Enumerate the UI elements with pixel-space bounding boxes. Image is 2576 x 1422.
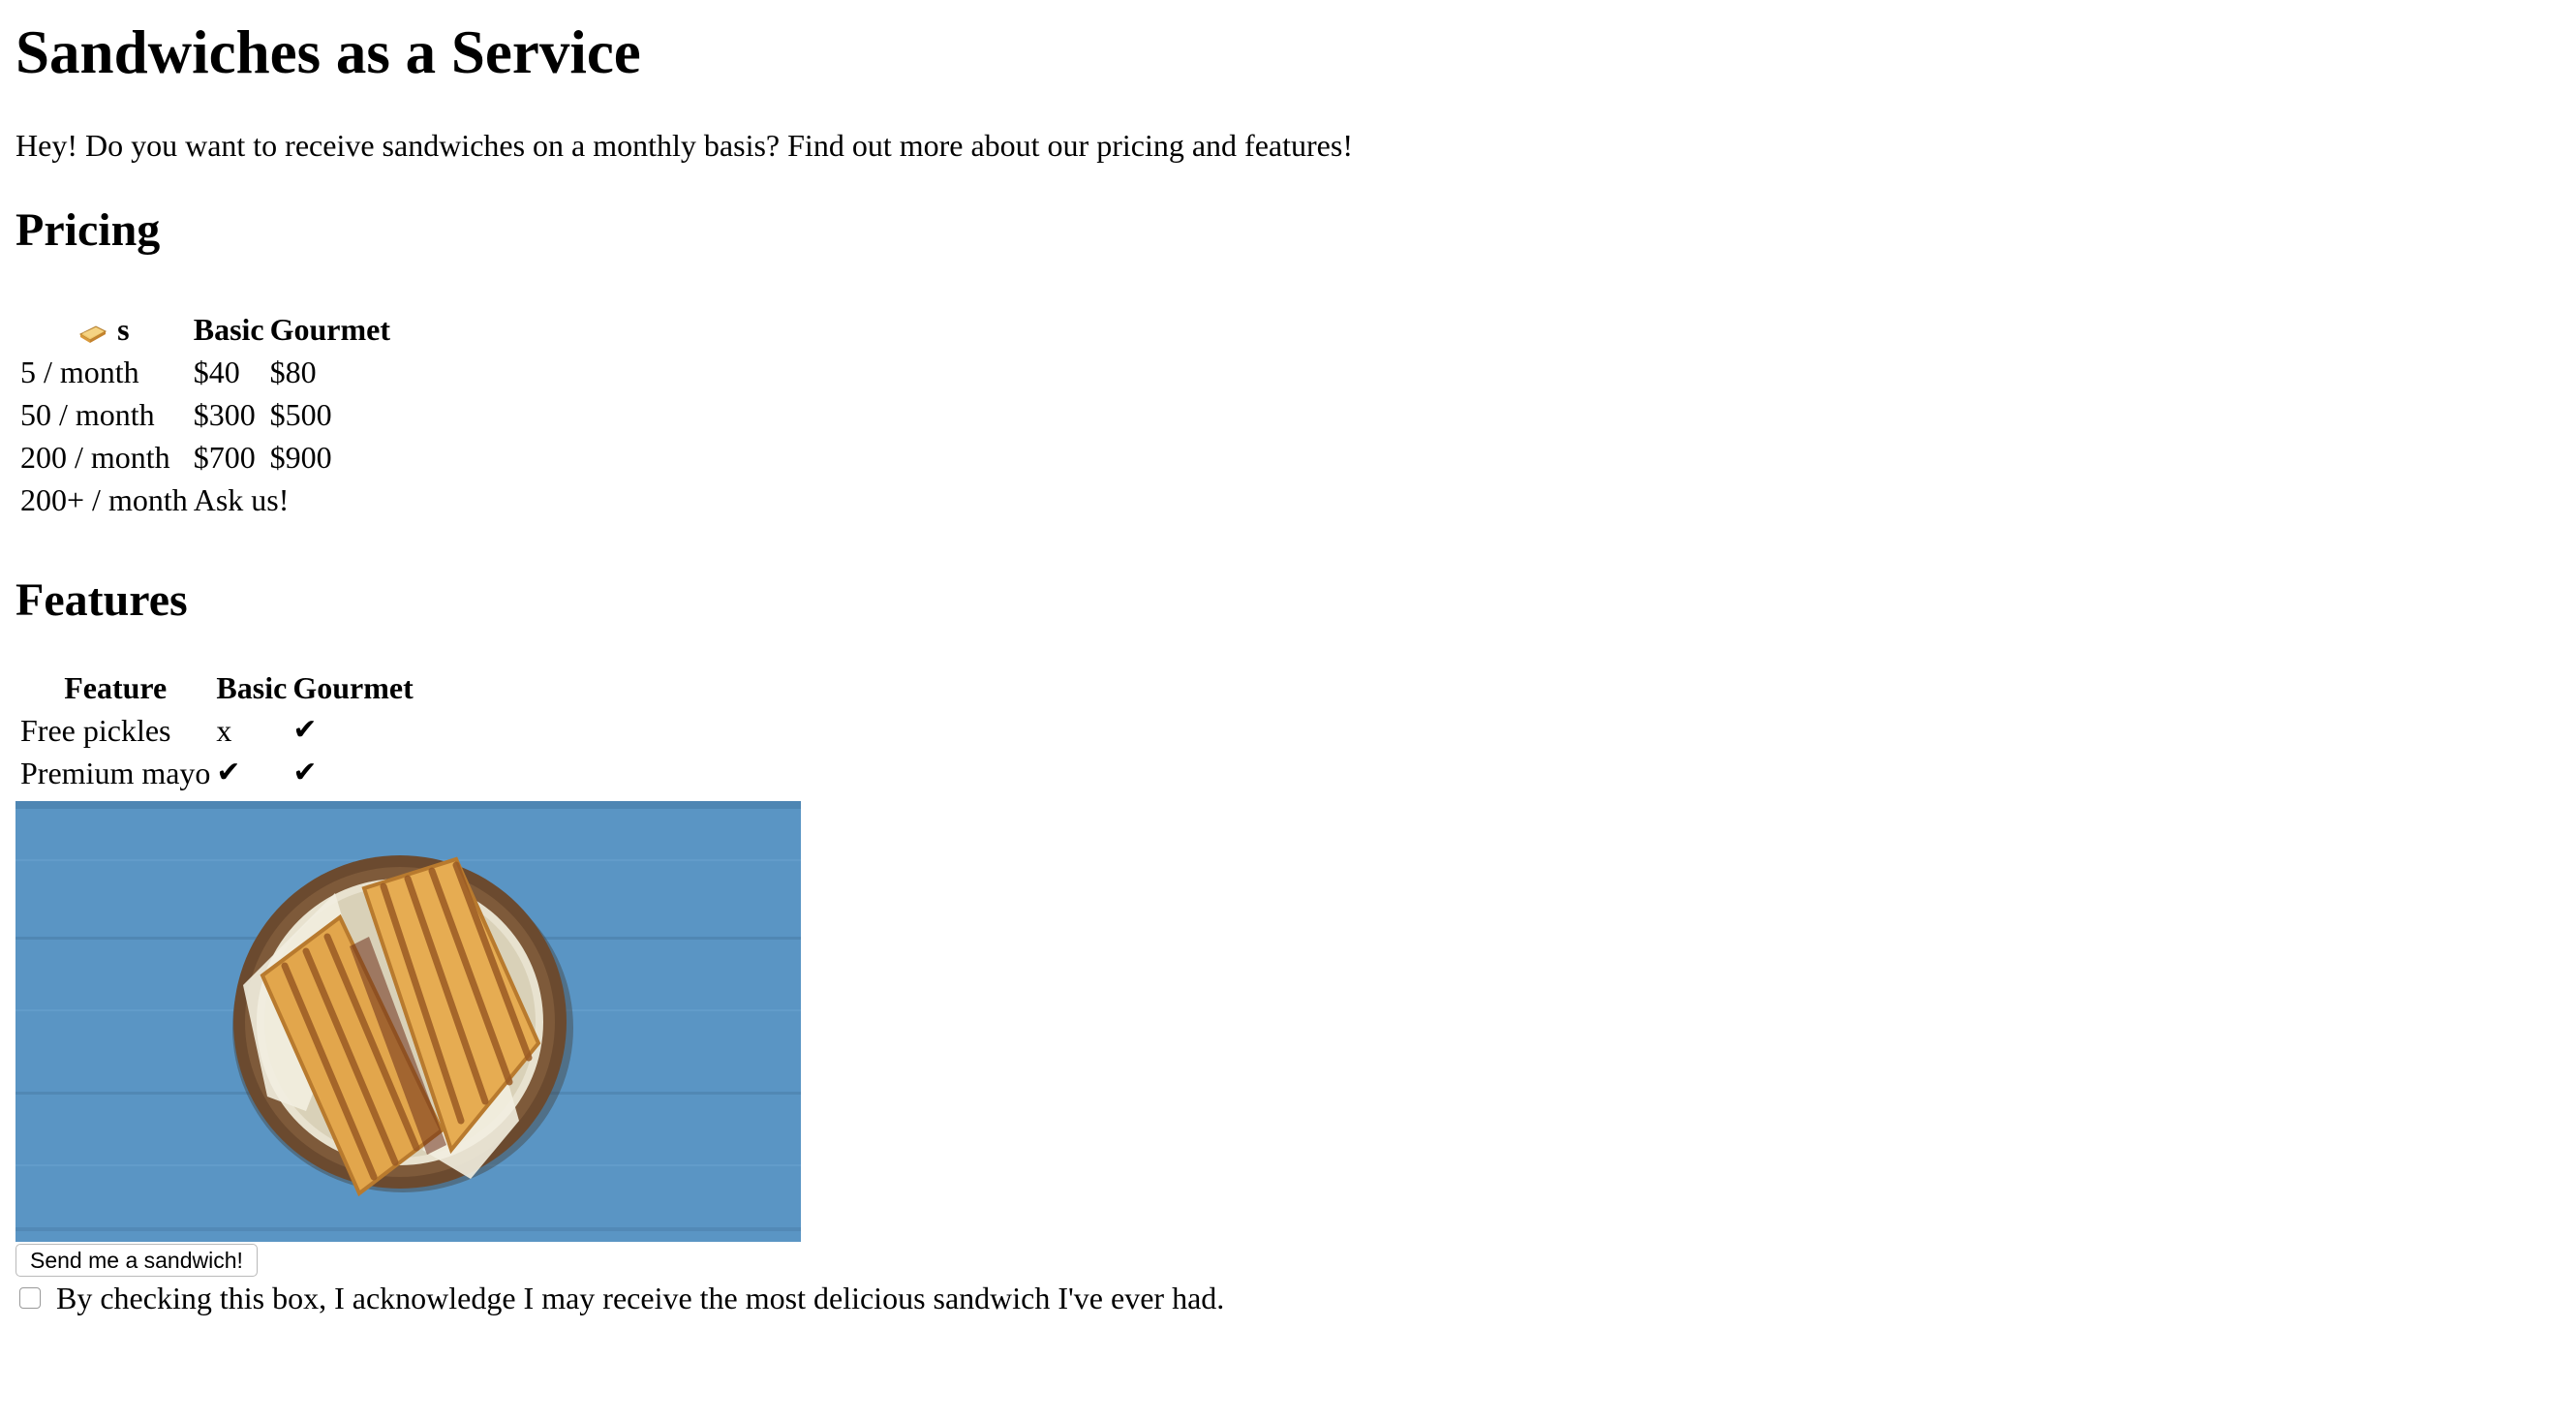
- pricing-header-row: s Basic Gourmet: [19, 310, 391, 349]
- features-col-feature: Feature: [64, 670, 168, 705]
- table-row: Premium mayo ✔ ✔: [19, 754, 414, 792]
- table-row: 50 / month $300 $500: [19, 395, 391, 434]
- features-col-gourmet: Gourmet: [292, 670, 414, 705]
- pricing-qty: 200 / month: [20, 440, 170, 475]
- feature-gourmet: ✔: [292, 756, 318, 789]
- feature-name: Free pickles: [20, 713, 171, 748]
- table-row: 5 / month $40 $80: [19, 353, 391, 391]
- sandwich-icon: [79, 325, 107, 343]
- features-table: Feature Basic Gourmet Free pickles x ✔ P…: [15, 665, 418, 796]
- pricing-gourmet: $900: [269, 440, 332, 475]
- table-row: Free pickles x ✔: [19, 711, 414, 750]
- pricing-heading: Pricing: [15, 204, 161, 256]
- feature-name: Premium mayo: [20, 756, 211, 790]
- pricing-basic: $300: [193, 397, 256, 432]
- pricing-header-suffix: s: [117, 312, 130, 347]
- intro-text: Hey! Do you want to receive sandwiches o…: [15, 128, 1353, 163]
- send-sandwich-button[interactable]: Send me a sandwich!: [15, 1244, 258, 1277]
- table-row: 200+ / month Ask us!: [19, 480, 391, 519]
- feature-basic: x: [216, 713, 232, 748]
- pricing-qty: 50 / month: [20, 397, 155, 432]
- pricing-col-basic: Basic: [193, 312, 264, 347]
- feature-basic: ✔: [216, 756, 241, 789]
- pricing-qty: 5 / month: [20, 355, 139, 389]
- pricing-gourmet: $500: [269, 397, 332, 432]
- pricing-table: s Basic Gourmet 5 / month $40 $80 50 / m…: [15, 306, 395, 523]
- table-row: 200 / month $700 $900: [19, 438, 391, 477]
- feature-gourmet: ✔: [292, 713, 318, 747]
- pricing-basic: $40: [193, 355, 240, 389]
- ack-row[interactable]: By checking this box, I acknowledge I ma…: [19, 1277, 1224, 1319]
- features-col-basic: Basic: [216, 670, 288, 705]
- ack-checkbox[interactable]: [19, 1287, 41, 1309]
- pricing-basic: $700: [193, 440, 256, 475]
- pricing-col-gourmet: Gourmet: [269, 312, 391, 347]
- sandwich-photo: [15, 801, 801, 1242]
- pricing-header-sandwiches: s: [19, 310, 189, 349]
- pricing-note: Ask us!: [193, 482, 290, 517]
- page: Sandwiches as a Service Hey! Do you want…: [0, 0, 2576, 1422]
- page-title: Sandwiches as a Service: [15, 18, 641, 86]
- features-header-row: Feature Basic Gourmet: [19, 668, 414, 707]
- features-heading: Features: [15, 574, 188, 626]
- pricing-qty: 200+ / month: [20, 482, 188, 517]
- ack-label: By checking this box, I acknowledge I ma…: [56, 1281, 1225, 1315]
- pricing-gourmet: $80: [269, 355, 317, 389]
